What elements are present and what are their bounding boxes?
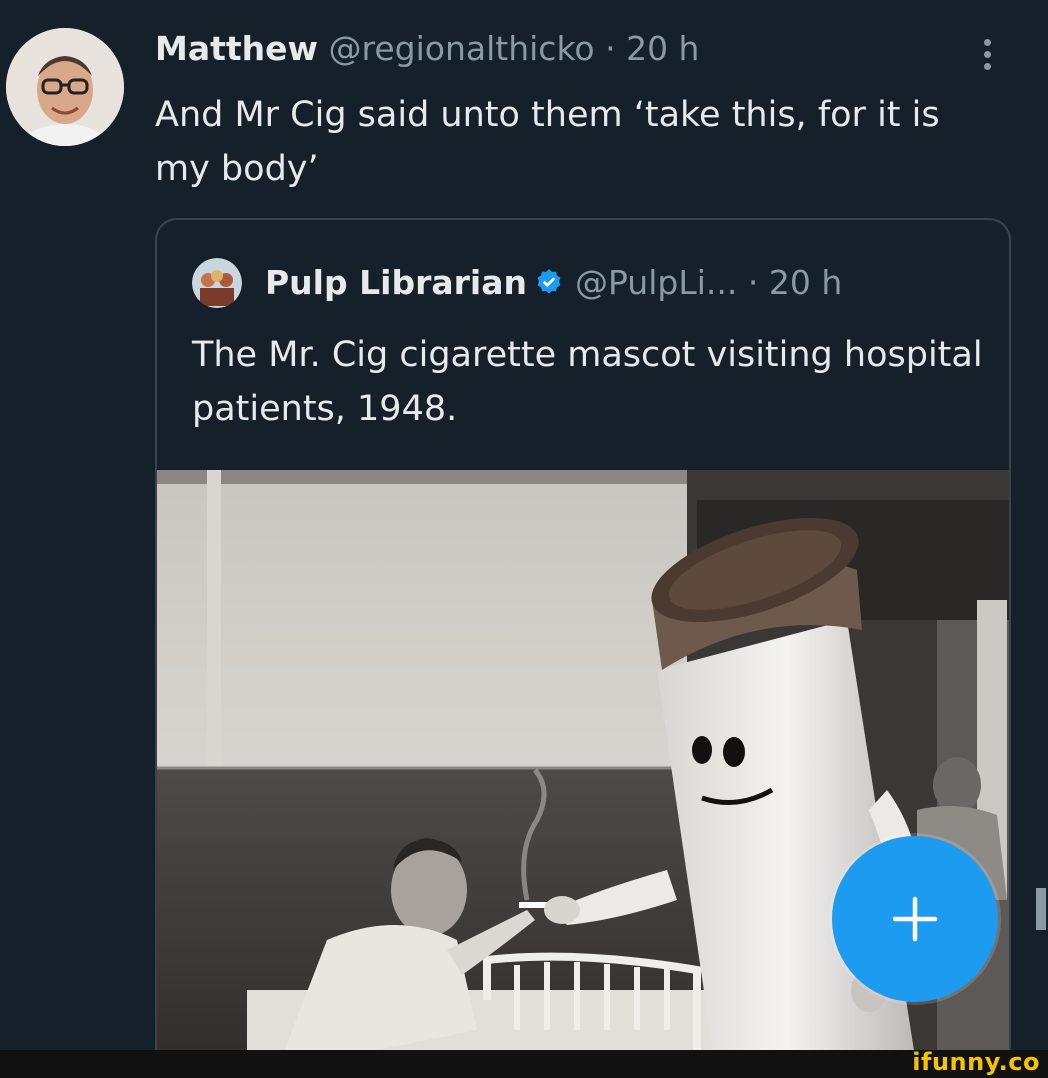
verified-badge-icon [535, 262, 563, 308]
quoted-tweet-time[interactable]: 20 h [769, 263, 842, 302]
quoted-tweet-header: Pulp Librarian @PulpLi... · 20 h [265, 260, 842, 308]
tweet-time[interactable]: 20 h [626, 29, 699, 68]
scrollbar-thumb[interactable] [1036, 888, 1046, 930]
quoted-meta-separator: · [747, 263, 759, 302]
quoted-author-name[interactable]: Pulp Librarian [265, 263, 527, 302]
author-avatar[interactable] [6, 28, 124, 146]
author-handle[interactable]: @regionalthicko [329, 29, 595, 68]
more-vertical-icon[interactable] [972, 32, 1002, 76]
ifunny-watermark: ifunny.co [912, 1048, 1040, 1076]
author-name[interactable]: Matthew [155, 29, 318, 68]
meta-separator: · [605, 29, 616, 68]
compose-button[interactable] [832, 836, 998, 1002]
quoted-author-avatar[interactable] [192, 258, 242, 308]
tweet-header: Matthew @regionalthicko · 20 h [155, 28, 988, 70]
bottom-bar: ifunny.co [0, 1048, 1048, 1078]
quoted-tweet-text: The Mr. Cig cigarette mascot visiting ho… [192, 335, 983, 429]
quoted-profile-photo-icon [192, 258, 242, 308]
quoted-author-handle[interactable]: @PulpLi... [575, 263, 737, 302]
plus-icon [892, 896, 938, 942]
tweet-text: And Mr Cig said unto them ‘take this, fo… [155, 95, 940, 189]
profile-photo-icon [6, 28, 124, 146]
